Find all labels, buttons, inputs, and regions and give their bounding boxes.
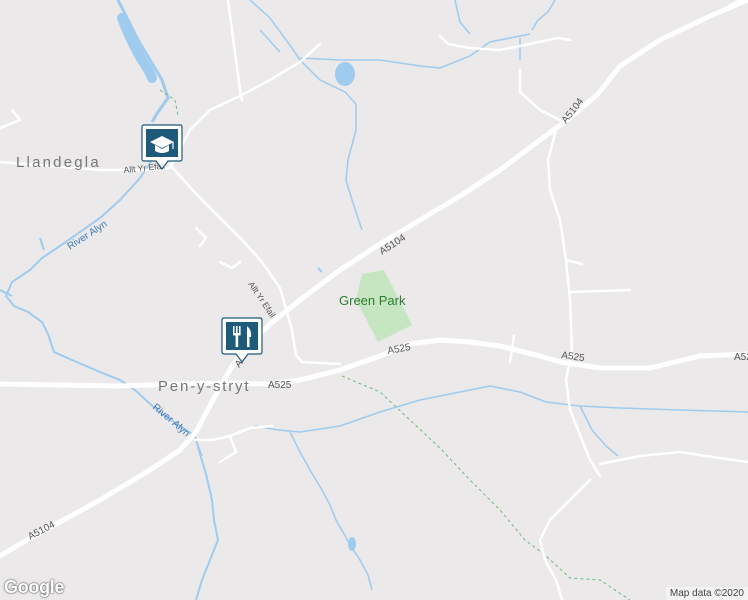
google-logo: Google	[4, 577, 65, 597]
pond	[335, 62, 355, 86]
road-label-a525: A525	[268, 380, 292, 391]
road-label-a525: A52	[734, 352, 748, 363]
place-label-llandegla: Llandegla	[16, 154, 101, 171]
place-label-pen-y-stryt: Pen-y-stryt	[158, 378, 250, 395]
park-label-green-park[interactable]: Green Park	[339, 293, 406, 308]
pond-south	[348, 537, 356, 551]
map-attribution[interactable]: Map data ©2020	[665, 587, 748, 600]
map-canvas[interactable]: Llandegla Pen-y-stryt Green Park A5104 A…	[0, 0, 748, 600]
